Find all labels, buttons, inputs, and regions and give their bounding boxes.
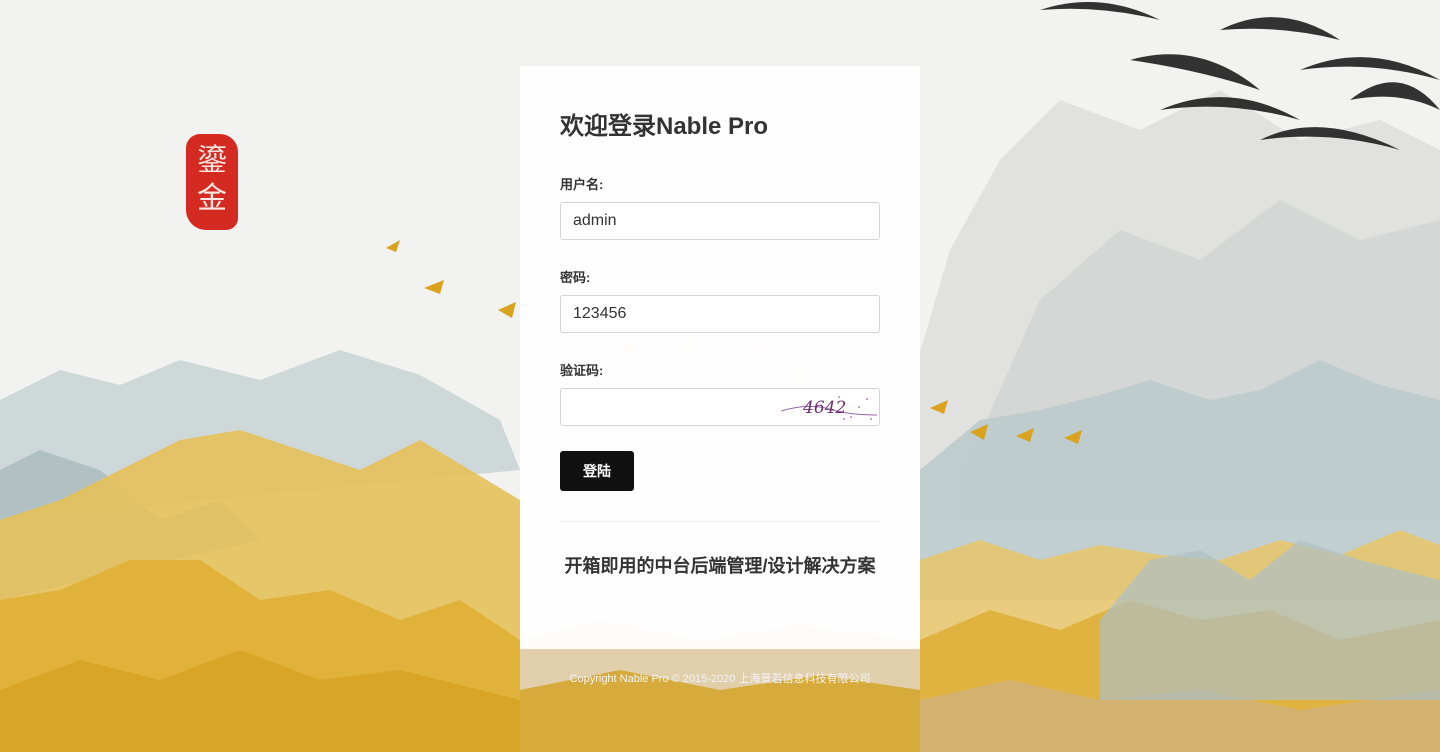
- seal-text-top: 鎏: [197, 143, 227, 178]
- password-label: 密码:: [560, 270, 591, 285]
- seal-text-bottom: 金: [197, 181, 227, 216]
- login-button[interactable]: 登陆: [560, 451, 634, 491]
- captcha-image[interactable]: 4642: [779, 389, 879, 423]
- captcha-text: 4642: [802, 398, 846, 418]
- copyright-text: Copyright Nable Pro © 2015-2020 上海景若信息科技…: [569, 673, 871, 685]
- captcha-label: 验证码:: [560, 363, 604, 378]
- seal-stamp: 鎏 金: [186, 134, 238, 230]
- username-input[interactable]: [560, 202, 880, 240]
- login-card: 欢迎登录Nable Pro 用户名: 密码: 验证码: 4642 登陆 开箱即用…: [520, 66, 920, 649]
- slogan-text: 开箱即用的中台后端管理/设计解决方案: [564, 556, 876, 576]
- password-input[interactable]: [560, 295, 880, 333]
- captcha-field-wrap: 4642: [560, 388, 880, 426]
- divider: [560, 521, 880, 522]
- login-title: 欢迎登录Nable Pro: [560, 113, 769, 140]
- username-label: 用户名:: [560, 177, 604, 192]
